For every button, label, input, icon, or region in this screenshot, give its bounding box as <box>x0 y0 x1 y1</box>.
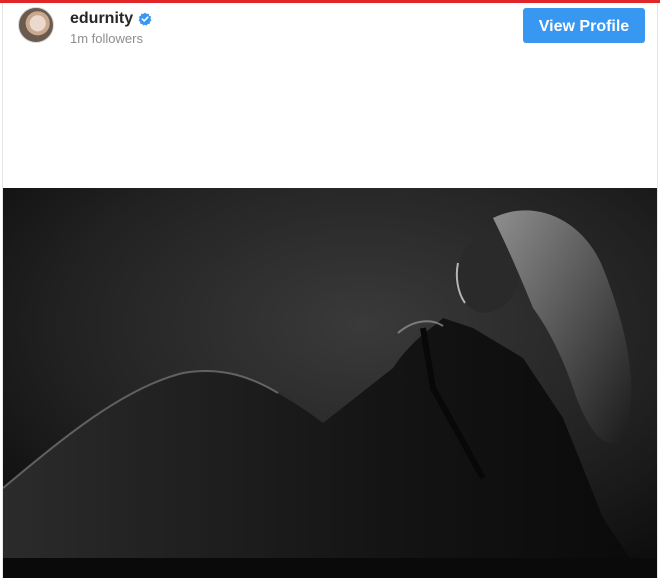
instagram-embed-card: edurnity 1m followers View Profile <box>2 3 658 578</box>
post-header: edurnity 1m followers View Profile <box>3 3 657 63</box>
post-photo-graphic <box>3 188 657 578</box>
followers-count: 1m followers <box>70 31 143 46</box>
verified-badge-icon <box>138 12 152 26</box>
avatar[interactable] <box>18 7 54 43</box>
post-image[interactable] <box>3 188 657 578</box>
view-profile-button[interactable]: View Profile <box>523 8 645 43</box>
username-row: edurnity <box>70 9 152 29</box>
username[interactable]: edurnity <box>70 9 133 29</box>
